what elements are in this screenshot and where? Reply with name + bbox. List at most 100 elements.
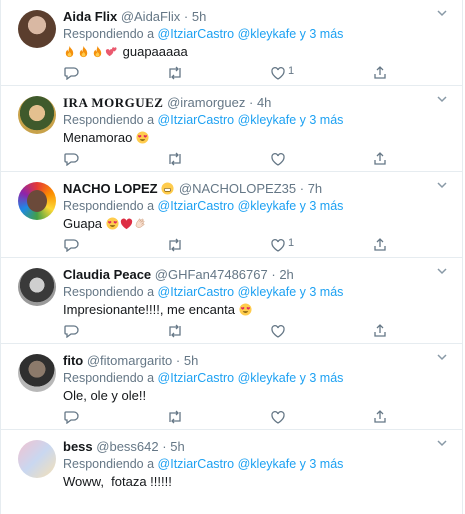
like-button[interactable] (270, 410, 286, 424)
retweet-button[interactable] (166, 152, 184, 166)
avatar[interactable] (18, 440, 56, 478)
avatar[interactable] (18, 354, 56, 392)
user-name[interactable]: Claudia Peace (63, 267, 151, 282)
share-icon (373, 238, 387, 252)
tweet-header: NACHO LOPEZ @NACHOLOPEZ35 · 7h (63, 181, 323, 196)
like-icon (270, 152, 286, 166)
two-hearts-emoji (105, 45, 118, 58)
reply-icon (63, 410, 79, 424)
user-handle[interactable]: @iramorguez (167, 95, 245, 110)
chevron-down-icon[interactable] (436, 93, 448, 105)
reply-icon (63, 66, 79, 80)
tweet-text: Guapa (63, 216, 148, 231)
mention-link[interactable]: @kleykafe (238, 113, 297, 127)
mention-link[interactable]: @kleykafe (238, 457, 297, 471)
retweet-button[interactable] (166, 410, 184, 424)
user-handle[interactable]: @AidaFlix (121, 9, 180, 24)
user-name[interactable]: fito (63, 353, 83, 368)
more-mentions-link[interactable]: y 3 más (300, 285, 344, 299)
share-icon (373, 324, 387, 338)
tweet-card[interactable]: fito @fitomargarito · 5h Respondiendo a … (0, 344, 463, 430)
tweet-header: fito @fitomargarito · 5h (63, 353, 199, 368)
reply-button[interactable] (63, 324, 79, 338)
share-button[interactable] (373, 152, 387, 166)
reply-icon (63, 152, 79, 166)
timestamp[interactable]: 2h (279, 267, 293, 282)
user-name[interactable]: bess (63, 439, 93, 454)
avatar[interactable] (18, 96, 56, 134)
more-mentions-link[interactable]: y 3 más (300, 27, 344, 41)
tweet-card[interactable]: IRA MORGUEZ @iramorguez · 4h Respondiend… (0, 86, 463, 172)
user-name[interactable]: IRA MORGUEZ (63, 95, 163, 110)
like-button[interactable] (270, 152, 286, 166)
mention-link[interactable]: @kleykafe (238, 199, 297, 213)
timestamp[interactable]: 5h (192, 9, 206, 24)
timestamp[interactable]: 5h (170, 439, 184, 454)
reply-icon (63, 238, 79, 252)
more-mentions-link[interactable]: y 3 más (300, 371, 344, 385)
mention-link[interactable]: @ItziarCastro (158, 113, 235, 127)
mention-link[interactable]: @ItziarCastro (158, 27, 235, 41)
avatar[interactable] (18, 10, 56, 48)
chevron-down-icon[interactable] (436, 179, 448, 191)
chevron-down-icon[interactable] (436, 437, 448, 449)
share-icon (373, 410, 387, 424)
tweet-text: guapaaaaa (63, 44, 188, 59)
mention-link[interactable]: @kleykafe (238, 27, 297, 41)
reply-button[interactable] (63, 238, 79, 252)
tweet-text: Impresionante!!!!, me encanta (63, 302, 253, 317)
retweet-button[interactable] (166, 66, 184, 80)
mention-link[interactable]: @kleykafe (238, 371, 297, 385)
mention-link[interactable]: @ItziarCastro (158, 371, 235, 385)
timestamp[interactable]: 7h (308, 181, 322, 196)
user-handle[interactable]: @NACHOLOPEZ35 (179, 181, 296, 196)
retweet-button[interactable] (166, 238, 184, 252)
tweet-card[interactable]: NACHO LOPEZ @NACHOLOPEZ35 · 7h Respondie… (0, 172, 463, 258)
avatar[interactable] (18, 268, 56, 306)
share-button[interactable] (373, 66, 387, 80)
replying-to: Respondiendo a @ItziarCastro @kleykafe y… (63, 27, 344, 41)
chevron-down-icon[interactable] (436, 7, 448, 19)
like-button[interactable] (270, 324, 286, 338)
tweet-header: Claudia Peace @GHFan47486767 · 2h (63, 267, 294, 282)
tweet-text: Menamorao (63, 130, 150, 145)
like-button[interactable]: 1 (270, 237, 294, 252)
tweet-card[interactable]: Claudia Peace @GHFan47486767 · 2h Respon… (0, 258, 463, 344)
like-icon (270, 66, 286, 80)
user-handle[interactable]: @fitomargarito (87, 353, 172, 368)
user-handle[interactable]: @GHFan47486767 (155, 267, 268, 282)
mention-link[interactable]: @ItziarCastro (158, 199, 235, 213)
user-name[interactable]: NACHO LOPEZ (63, 181, 158, 196)
reply-button[interactable] (63, 152, 79, 166)
more-mentions-link[interactable]: y 3 más (300, 457, 344, 471)
user-handle[interactable]: @bess642 (96, 439, 158, 454)
reply-button[interactable] (63, 410, 79, 424)
tweet-actions: 1 (63, 65, 393, 80)
more-mentions-link[interactable]: y 3 más (300, 113, 344, 127)
heart-eyes-emoji (106, 217, 119, 230)
share-button[interactable] (373, 410, 387, 424)
heart-eyes-emoji (239, 303, 252, 316)
retweet-button[interactable] (166, 324, 184, 338)
avatar[interactable] (18, 182, 56, 220)
timestamp[interactable]: 4h (257, 95, 271, 110)
mention-link[interactable]: @ItziarCastro (158, 285, 235, 299)
chevron-down-icon[interactable] (436, 351, 448, 363)
timestamp[interactable]: 5h (184, 353, 198, 368)
replying-to: Respondiendo a @ItziarCastro @kleykafe y… (63, 371, 344, 385)
share-button[interactable] (373, 238, 387, 252)
chevron-down-icon[interactable] (436, 265, 448, 277)
share-button[interactable] (373, 324, 387, 338)
mention-link[interactable]: @kleykafe (238, 285, 297, 299)
like-button[interactable]: 1 (270, 65, 294, 80)
tweet-actions (63, 324, 393, 338)
user-name[interactable]: Aida Flix (63, 9, 117, 24)
reply-button[interactable] (63, 66, 79, 80)
retweet-icon (166, 410, 184, 424)
like-count: 1 (288, 237, 295, 249)
tweet-card[interactable]: bess @bess642 · 5h Respondiendo a @Itzia… (0, 430, 463, 514)
more-mentions-link[interactable]: y 3 más (300, 199, 344, 213)
mention-link[interactable]: @ItziarCastro (158, 457, 235, 471)
tweet-header: Aida Flix @AidaFlix · 5h (63, 9, 207, 24)
tweet-card[interactable]: Aida Flix @AidaFlix · 5h Respondiendo a … (0, 0, 463, 86)
